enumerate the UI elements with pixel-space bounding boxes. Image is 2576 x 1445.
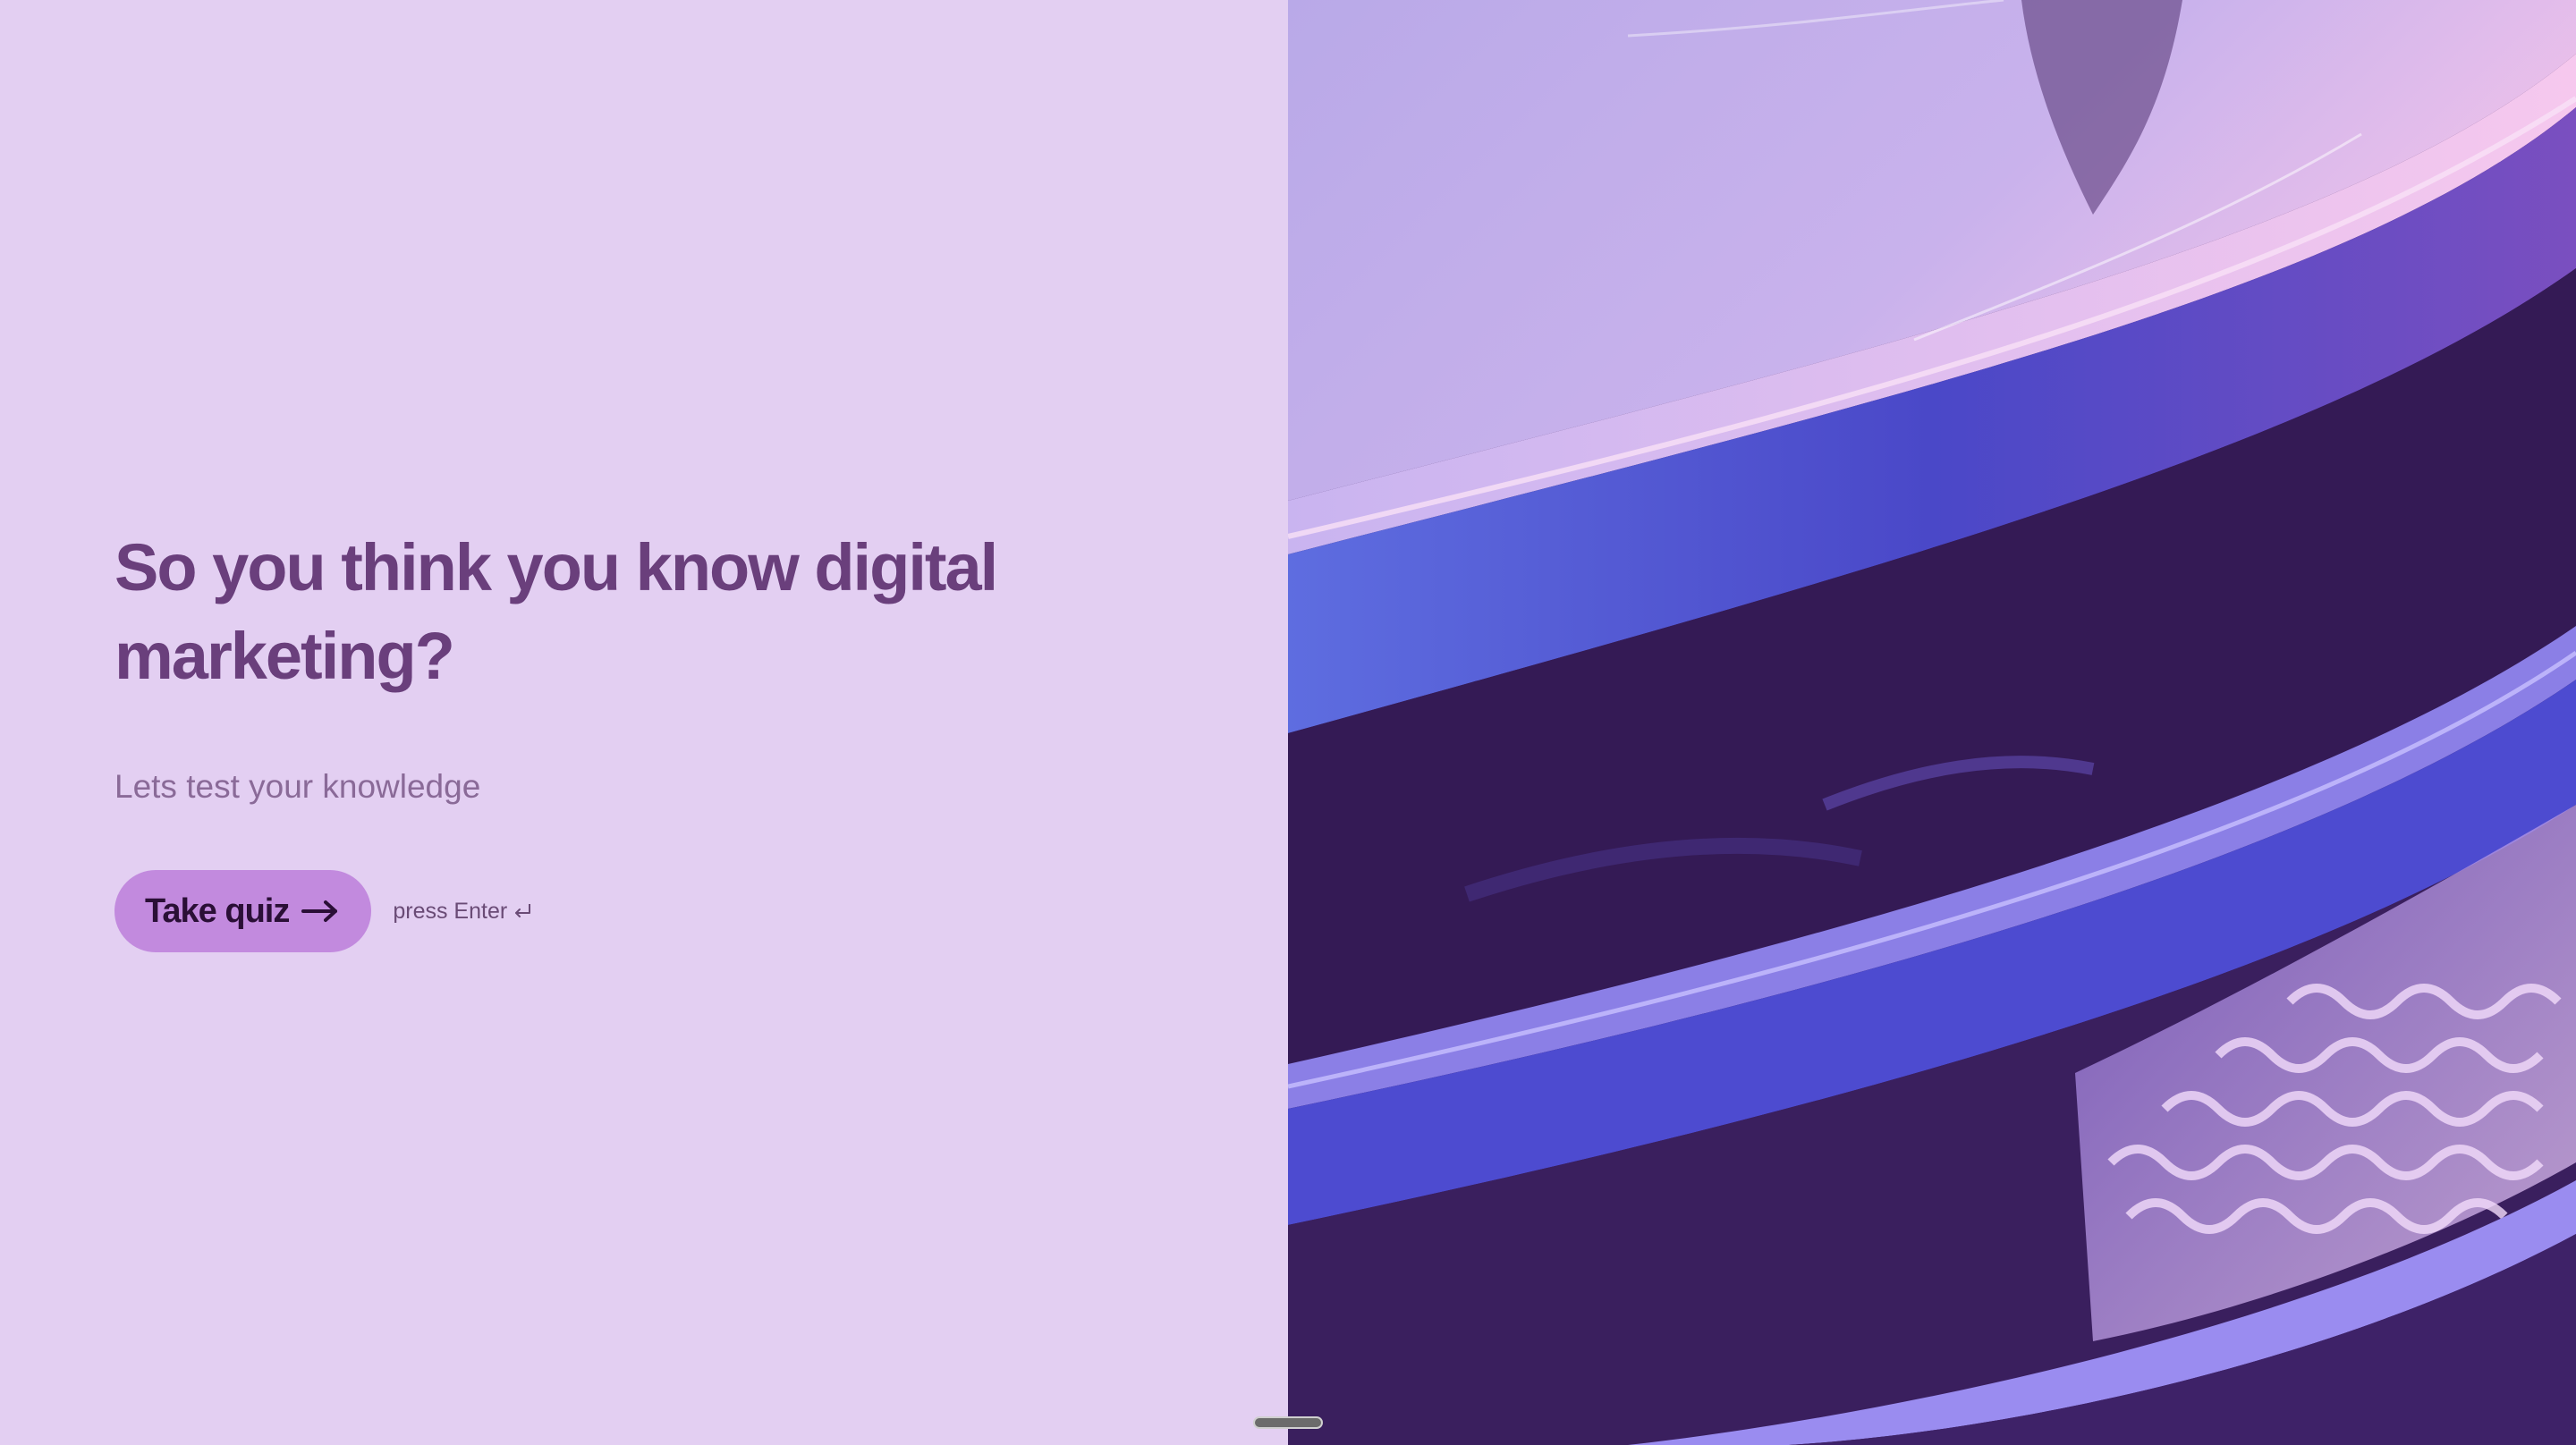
start-actions: Take quiz press Enter — [114, 870, 532, 952]
welcome-title: So you think you know digital marketing? — [114, 530, 998, 693]
cover-image — [1288, 0, 2576, 1445]
quiz-welcome-screen: So you think you know digital marketing?… — [0, 0, 2576, 1445]
welcome-content: So you think you know digital marketing?… — [114, 523, 1170, 952]
scrollbar-handle[interactable] — [1253, 1416, 1323, 1429]
welcome-panel: So you think you know digital marketing?… — [0, 0, 1288, 1445]
welcome-subtitle: Lets test your knowledge — [114, 768, 481, 805]
enter-key-icon — [515, 904, 531, 917]
abstract-glossy-purple-ribbons-image — [1288, 0, 2576, 1445]
take-quiz-button[interactable]: Take quiz — [114, 870, 372, 952]
take-quiz-button-label: Take quiz — [145, 892, 290, 930]
keyboard-hint-text: press Enter — [393, 898, 508, 924]
keyboard-hint: press Enter — [393, 899, 532, 925]
arrow-right-icon — [301, 900, 338, 922]
